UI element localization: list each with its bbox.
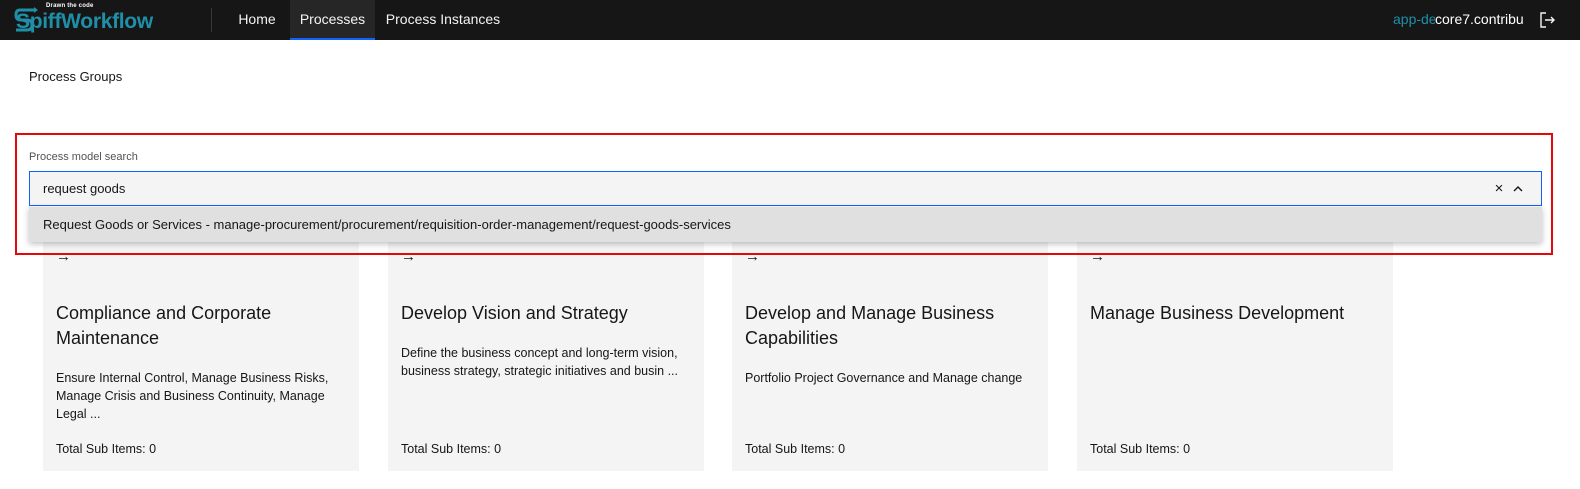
logo-text: SpiffWorkflow xyxy=(16,10,153,33)
highlight-box xyxy=(15,133,1553,255)
card-total-sub-items: Total Sub Items: 0 xyxy=(56,442,157,456)
user-name: core7.contribu xyxy=(1435,0,1524,38)
card-title: Manage Business Development xyxy=(1090,303,1345,323)
card-description: Ensure Internal Control, Manage Business… xyxy=(56,371,329,421)
process-group-card[interactable]: → Develop Vision and Strategy Define the… xyxy=(388,240,704,471)
process-group-card[interactable]: → Develop and Manage Business Capabiliti… xyxy=(732,240,1048,471)
logout-icon[interactable] xyxy=(1538,10,1558,30)
card-description: Portfolio Project Governance and Manage … xyxy=(745,371,1023,385)
process-group-card[interactable]: → Manage Business Development Total Sub … xyxy=(1077,240,1393,471)
card-title: Develop and Manage Business Capabilities xyxy=(745,303,995,348)
nav-home[interactable]: Home xyxy=(228,0,286,40)
process-group-card[interactable]: → Compliance and Corporate Maintenance E… xyxy=(43,240,359,471)
nav-process-instances[interactable]: Process Instances xyxy=(379,0,507,40)
logo-tagline: Drawn the code xyxy=(46,3,94,9)
card-description: Define the business concept and long-ter… xyxy=(401,346,678,378)
card-total-sub-items: Total Sub Items: 0 xyxy=(1090,442,1191,456)
nav-processes[interactable]: Processes xyxy=(290,0,375,40)
environment-label: app-de xyxy=(1393,11,1437,27)
card-title: Compliance and Corporate Maintenance xyxy=(56,303,272,348)
user-area: app-de core7.contribu xyxy=(1393,0,1533,40)
breadcrumb[interactable]: Process Groups xyxy=(29,69,122,84)
card-total-sub-items: Total Sub Items: 0 xyxy=(401,442,502,456)
card-total-sub-items: Total Sub Items: 0 xyxy=(745,442,846,456)
header-divider xyxy=(211,8,212,32)
top-header: Drawn the code SpiffWorkflow Home Proces… xyxy=(0,0,1580,40)
card-title: Develop Vision and Strategy xyxy=(401,303,628,323)
spiffworkflow-logo[interactable]: Drawn the code SpiffWorkflow xyxy=(14,3,164,37)
